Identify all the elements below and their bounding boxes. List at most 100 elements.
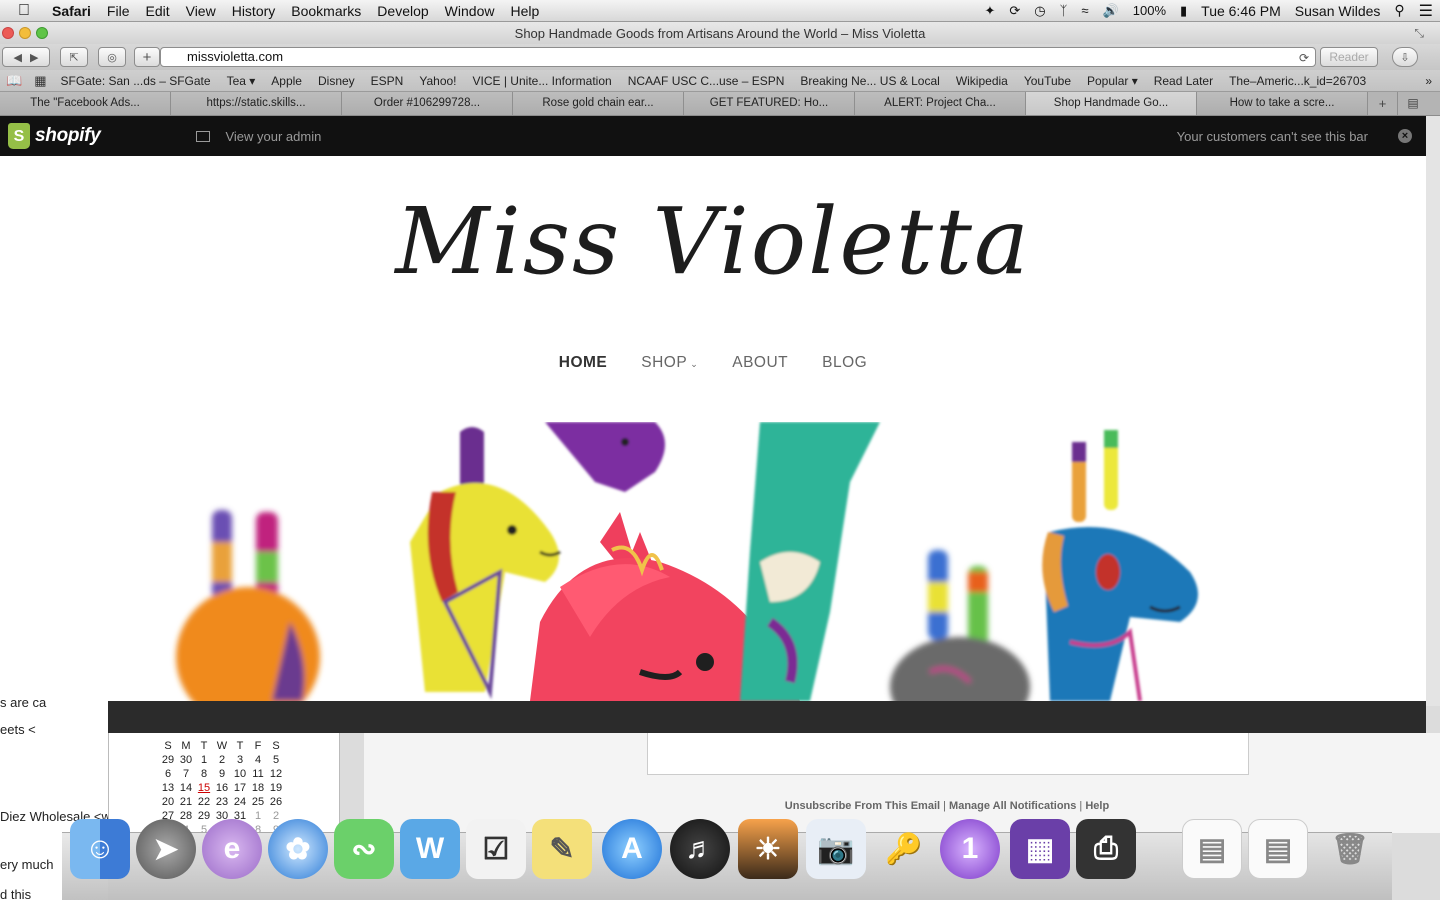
mail-app-icon[interactable]: e bbox=[202, 819, 262, 879]
mail-text-line: d this bbox=[0, 887, 32, 900]
bookmark-item[interactable]: Read Later bbox=[1146, 74, 1221, 88]
fullscreen-icon[interactable]: ⤡ bbox=[1414, 26, 1424, 41]
iphoto-icon[interactable]: ☀ bbox=[738, 819, 798, 879]
bookmark-item[interactable]: Apple bbox=[263, 74, 310, 88]
reader-button[interactable]: Reader bbox=[1320, 47, 1378, 67]
clock[interactable]: Tue 6:46 PM bbox=[1194, 3, 1288, 19]
browser-tab[interactable]: ALERT: Project Cha... bbox=[855, 92, 1026, 115]
nav-home[interactable]: HOME bbox=[559, 354, 608, 372]
bookmark-item[interactable]: SFGate: San ...ds – SFGate bbox=[52, 74, 218, 88]
bookmark-item[interactable]: Popular ▾ bbox=[1079, 74, 1146, 88]
store-page: Miss Violetta HOME SHOP ⌄ ABOUT BLOG bbox=[0, 156, 1426, 701]
manage-notifications-link[interactable]: Manage All Notifications bbox=[949, 800, 1076, 812]
address-bar[interactable]: missvioletta.com ⟳ bbox=[160, 47, 1316, 67]
nav-blog[interactable]: BLOG bbox=[822, 354, 867, 372]
dropbox-icon[interactable]: ✦ bbox=[977, 3, 1002, 19]
browser-tab[interactable]: https://static.skills... bbox=[171, 92, 342, 115]
bookmark-item[interactable]: Breaking Ne... US & Local bbox=[792, 74, 947, 88]
browser-tab[interactable]: Order #106299728... bbox=[342, 92, 513, 115]
bookmark-item[interactable]: Wikipedia bbox=[948, 74, 1016, 88]
view-admin-link[interactable]: View your admin bbox=[196, 129, 321, 144]
window-title: Shop Handmade Goods from Artisans Around… bbox=[514, 25, 926, 41]
keychain-icon[interactable]: 🔑 bbox=[874, 819, 934, 879]
back-icon[interactable]: ◀ bbox=[14, 51, 30, 64]
back-forward-buttons[interactable]: ◀ ▶ bbox=[2, 47, 50, 67]
share-button[interactable]: ⇱ bbox=[60, 47, 88, 67]
bookmark-item[interactable]: Yahoo! bbox=[411, 74, 464, 88]
menu-window[interactable]: Window bbox=[437, 3, 503, 19]
word-icon[interactable]: W bbox=[400, 819, 460, 879]
sync-icon[interactable]: ⟳ bbox=[1002, 3, 1027, 19]
downloads-button[interactable]: ⇩ bbox=[1392, 47, 1418, 67]
volume-icon[interactable]: 🔊 bbox=[1096, 3, 1126, 19]
reminders-icon[interactable]: ☑ bbox=[466, 819, 526, 879]
menu-file[interactable]: File bbox=[99, 3, 138, 19]
nav-shop-label: SHOP bbox=[641, 354, 688, 371]
menu-edit[interactable]: Edit bbox=[137, 3, 177, 19]
my-day-icon[interactable]: ▦ bbox=[1010, 819, 1070, 879]
zoom-window-button[interactable] bbox=[36, 27, 48, 39]
user-menu[interactable]: Susan Wildes bbox=[1288, 3, 1388, 19]
launchpad-icon[interactable]: ➤ bbox=[136, 819, 196, 879]
close-icon[interactable]: × bbox=[1398, 129, 1412, 143]
menu-develop[interactable]: Develop bbox=[369, 3, 436, 19]
browser-tab[interactable]: GET FEATURED: Ho... bbox=[684, 92, 855, 115]
hero-image bbox=[0, 422, 1426, 701]
help-link[interactable]: Help bbox=[1085, 800, 1109, 812]
time-machine-icon[interactable]: ◷ bbox=[1027, 3, 1052, 19]
notification-center-icon[interactable]: ☰ bbox=[1412, 1, 1440, 21]
bookmark-item[interactable]: VICE | Unite... Information bbox=[465, 74, 620, 88]
new-tab-plus-icon[interactable]: + bbox=[1368, 92, 1398, 115]
bookmark-item[interactable]: ESPN bbox=[363, 74, 412, 88]
plus-icon: + bbox=[142, 48, 152, 66]
browser-tab[interactable]: The "Facebook Ads... bbox=[0, 92, 171, 115]
tab-overview-icon[interactable]: ▤ bbox=[1398, 92, 1428, 115]
spotlight-icon[interactable]: ⚲ bbox=[1387, 2, 1411, 19]
printer-icon[interactable]: ⎙ bbox=[1076, 819, 1136, 879]
trash-icon[interactable]: 🗑 bbox=[1320, 819, 1380, 879]
browser-tab-active[interactable]: Shop Handmade Go... bbox=[1026, 92, 1197, 115]
menu-help[interactable]: Help bbox=[502, 3, 547, 19]
app-menu[interactable]: Safari bbox=[44, 3, 99, 19]
bookmark-item[interactable]: Disney bbox=[310, 74, 363, 88]
browser-tab[interactable]: Rose gold chain ear... bbox=[513, 92, 684, 115]
menu-view[interactable]: View bbox=[178, 3, 224, 19]
bookmarks-bar: 📖 ▦ SFGate: San ...ds – SFGate Tea ▾ App… bbox=[0, 70, 1440, 92]
document-thumbnail-icon[interactable]: ▤ bbox=[1248, 819, 1308, 879]
reload-icon[interactable]: ⟳ bbox=[1299, 49, 1309, 67]
document-thumbnail-icon[interactable]: ▤ bbox=[1182, 819, 1242, 879]
site-logo[interactable]: Miss Violetta bbox=[0, 182, 1426, 302]
notes-icon[interactable]: ✎ bbox=[532, 819, 592, 879]
bluetooth-icon[interactable]: ᛉ bbox=[1053, 3, 1075, 18]
bookmark-item[interactable]: YouTube bbox=[1016, 74, 1079, 88]
nav-shop[interactable]: SHOP ⌄ bbox=[641, 354, 698, 372]
wifi-icon[interactable]: ≈ bbox=[1074, 3, 1095, 18]
menu-history[interactable]: History bbox=[224, 3, 284, 19]
forward-icon[interactable]: ▶ bbox=[30, 51, 38, 64]
close-window-button[interactable] bbox=[2, 27, 14, 39]
unsubscribe-link[interactable]: Unsubscribe From This Email bbox=[785, 800, 940, 812]
bookmark-item[interactable]: Tea ▾ bbox=[219, 74, 264, 88]
reading-list-icon[interactable]: 📖 bbox=[0, 73, 28, 89]
more-bookmarks-icon[interactable]: » bbox=[1417, 74, 1440, 88]
alarm-clock-icon[interactable]: 1 bbox=[940, 819, 1000, 879]
battery-icon[interactable]: ▮ bbox=[1173, 3, 1194, 19]
minimize-window-button[interactable] bbox=[19, 27, 31, 39]
preview-icon[interactable]: 📷 bbox=[806, 819, 866, 879]
menu-bookmarks[interactable]: Bookmarks bbox=[283, 3, 369, 19]
shopify-logo[interactable]: S shopify bbox=[8, 123, 101, 149]
battery-status[interactable]: 100% bbox=[1126, 3, 1173, 18]
nav-about[interactable]: ABOUT bbox=[732, 354, 788, 372]
finder-icon[interactable]: ☺ bbox=[70, 819, 130, 879]
bookmark-item[interactable]: NCAAF USC C...use – ESPN bbox=[620, 74, 793, 88]
dashboard-icon[interactable]: ♬ bbox=[670, 819, 730, 879]
apple-menu-icon[interactable]:  bbox=[0, 2, 44, 20]
bookmark-item[interactable]: The–Americ...k_id=26703 bbox=[1221, 74, 1374, 88]
app-store-icon[interactable]: A bbox=[602, 819, 662, 879]
browser-tab[interactable]: How to take a scre... bbox=[1197, 92, 1368, 115]
new-tab-button[interactable]: + bbox=[134, 47, 160, 67]
top-sites-grid-icon[interactable]: ▦ bbox=[28, 73, 52, 89]
messages-icon[interactable]: ∾ bbox=[334, 819, 394, 879]
safari-icon[interactable]: ✿ bbox=[268, 819, 328, 879]
top-sites-button[interactable]: ◎ bbox=[98, 47, 126, 67]
